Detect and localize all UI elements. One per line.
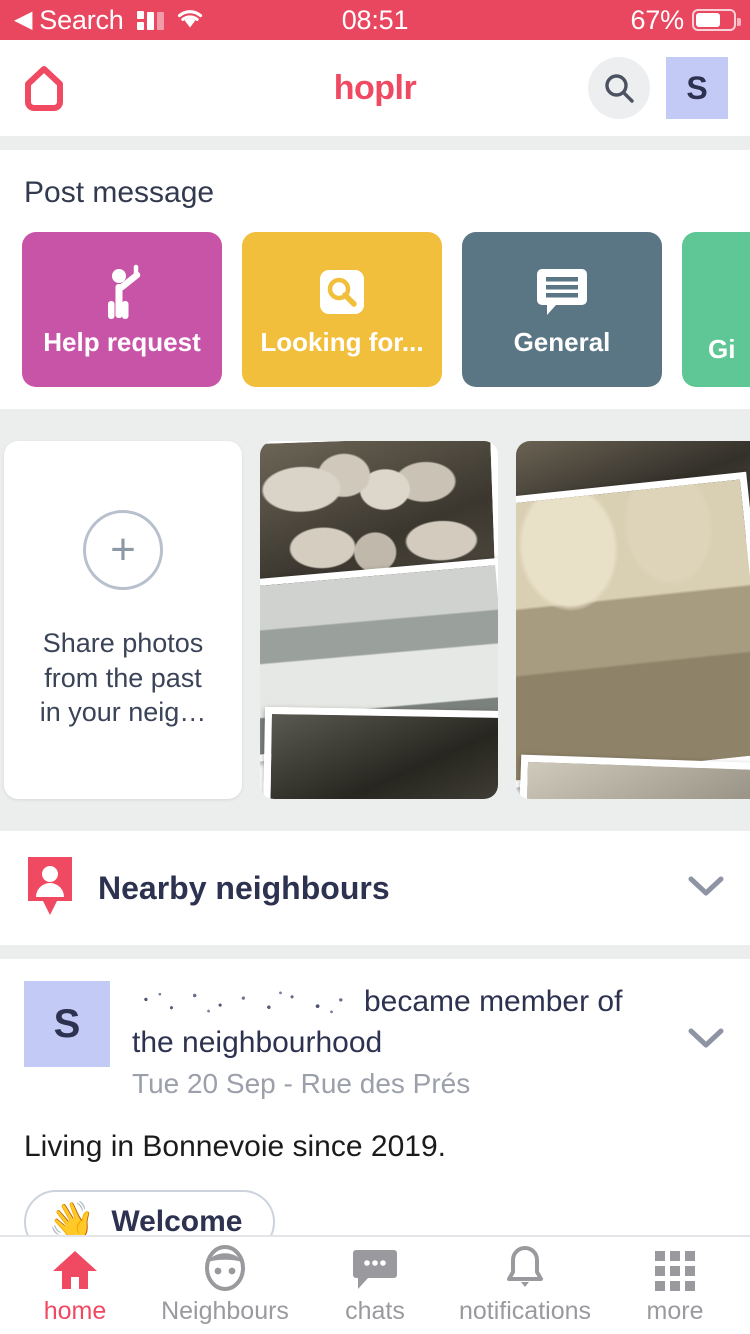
bell-icon <box>504 1245 546 1291</box>
nearby-neighbours-header[interactable]: Nearby neighbours <box>0 831 750 945</box>
vintage-group-photo-collage <box>260 441 498 799</box>
category-card-looking-for[interactable]: Looking for... <box>242 232 442 387</box>
status-bar-right: 67% <box>630 4 741 36</box>
signal-bars-icon <box>136 10 164 30</box>
post-category-carousel[interactable]: Help request Looking for... General Gi <box>0 232 750 387</box>
category-card-help-request[interactable]: Help request <box>22 232 222 387</box>
house-outline-icon[interactable] <box>22 64 66 112</box>
search-icon[interactable] <box>588 57 650 119</box>
section-divider <box>0 945 750 959</box>
person-raising-hand-icon <box>96 261 148 323</box>
add-photo-card[interactable]: + Share photos from the past in your nei… <box>4 441 242 799</box>
battery-icon <box>692 9 741 31</box>
add-photo-label: Share photos from the past in your neig… <box>39 628 207 728</box>
speech-bubble-lines-icon <box>534 261 590 323</box>
photo-carousel[interactable]: + Share photos from the past in your nei… <box>0 423 750 817</box>
map-pin-person-icon <box>24 855 76 921</box>
tab-label: notifications <box>458 1297 592 1325</box>
tab-home[interactable]: home <box>0 1245 150 1326</box>
tab-label: more <box>646 1297 704 1325</box>
bottom-tab-bar: home Neighbours chats notifications more <box>0 1235 750 1334</box>
category-label: Help request <box>43 327 201 357</box>
category-label: General <box>513 327 611 357</box>
magnifier-square-icon <box>314 261 370 323</box>
chevron-down-icon[interactable] <box>676 1025 726 1056</box>
category-card-general[interactable]: General <box>462 232 662 387</box>
back-arrow-icon[interactable]: ◀ <box>14 8 32 32</box>
redacted-author-name <box>132 989 364 1015</box>
category-card-giveaway[interactable]: Gi <box>682 232 750 387</box>
tab-chats[interactable]: chats <box>300 1245 450 1326</box>
tab-more[interactable]: more <box>600 1245 750 1326</box>
category-label: Gi <box>708 334 736 364</box>
section-divider <box>0 817 750 831</box>
section-divider <box>0 409 750 423</box>
feed-post-meta: became member of the neighbourhood Tue 2… <box>132 981 654 1100</box>
photo-card[interactable] <box>516 441 750 799</box>
face-icon <box>203 1245 247 1291</box>
chevron-down-icon[interactable] <box>686 873 726 904</box>
feed-post-timestamp-location: Tue 20 Sep - Rue des Prés <box>132 1067 471 1099</box>
feed-post: S became member of the neighbourhood Tue… <box>0 959 750 1280</box>
grid-dots-icon <box>655 1245 695 1291</box>
tab-label: home <box>43 1297 107 1325</box>
feed-post-body: Living in Bonnevoie since 2019. <box>24 1129 446 1163</box>
tab-label: Neighbours <box>161 1297 289 1325</box>
tab-notifications[interactable]: notifications <box>450 1245 600 1326</box>
category-label: Looking for... <box>260 327 424 357</box>
wifi-icon <box>175 5 205 36</box>
vintage-village-photo-collage <box>516 441 750 799</box>
tab-neighbours[interactable]: Neighbours <box>150 1245 300 1326</box>
avatar[interactable]: S <box>24 981 110 1067</box>
header-actions: S <box>588 57 728 119</box>
tab-label: chats <box>345 1297 405 1325</box>
status-bar-carrier-label: Search <box>39 4 124 35</box>
home-icon <box>51 1245 99 1291</box>
battery-percent-label: 67% <box>630 4 685 35</box>
nearby-neighbours-label: Nearby neighbours <box>98 869 390 906</box>
feed-post-header: S became member of the neighbourhood Tue… <box>24 981 726 1100</box>
status-bar: ◀ Search 08:51 67% <box>0 0 750 40</box>
photo-card[interactable] <box>260 441 498 799</box>
status-bar-left: ◀ Search <box>14 5 205 36</box>
chat-bubble-icon <box>352 1245 398 1291</box>
plus-circle-icon: + <box>83 510 163 591</box>
welcome-reaction-label: Welcome <box>111 1204 243 1238</box>
app-header: hoplr S <box>0 40 750 136</box>
post-message-section: Post message Help request Looking for...… <box>0 150 750 409</box>
page-title: Post message <box>24 176 215 209</box>
feed-post-headline: became member of the neighbourhood <box>132 981 654 1064</box>
section-divider <box>0 136 750 150</box>
avatar[interactable]: S <box>666 57 728 119</box>
app-root: ◀ Search 08:51 67% hoplr S Post message … <box>0 0 750 1334</box>
